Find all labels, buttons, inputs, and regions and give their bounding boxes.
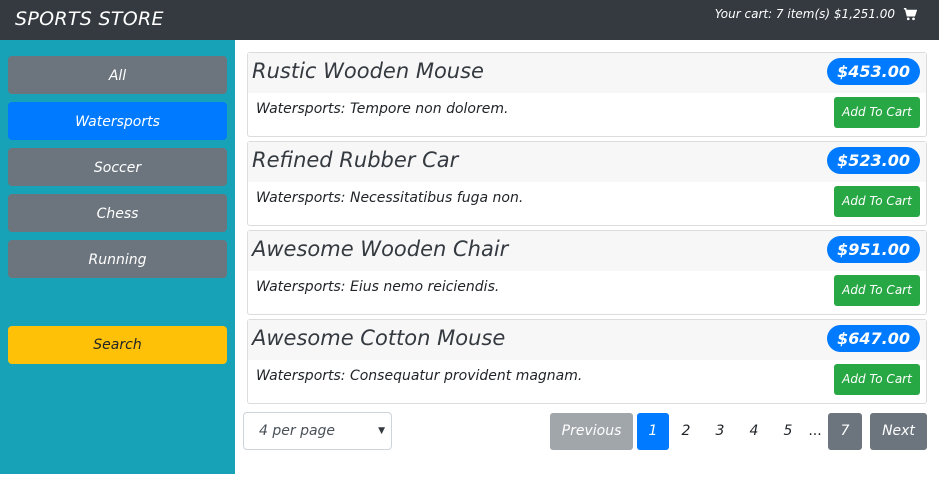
product-description: Watersports: Eius nemo reiciendis. [256, 279, 500, 295]
add-to-cart-button[interactable]: Add To Cart [834, 275, 920, 306]
add-to-cart-button[interactable]: Add To Cart [834, 186, 920, 217]
product-card: Awesome Cotton Mouse $647.00 Watersports… [247, 319, 927, 404]
cart-summary-text: Your cart: 7 item(s) $1,251.00 [714, 7, 895, 21]
product-card-header: Awesome Wooden Chair $951.00 [248, 231, 926, 271]
product-name: Awesome Cotton Mouse [252, 326, 506, 350]
category-button-running[interactable]: Running [8, 240, 227, 278]
shopping-cart-icon[interactable] [903, 7, 918, 21]
product-description: Watersports: Tempore non dolorem. [256, 101, 509, 117]
product-name: Rustic Wooden Mouse [252, 59, 484, 83]
add-to-cart-button[interactable]: Add To Cart [834, 364, 920, 395]
product-card-header: Awesome Cotton Mouse $647.00 [248, 320, 926, 360]
product-name: Awesome Wooden Chair [252, 237, 509, 261]
pagination-ellipsis: ... [808, 423, 822, 439]
next-page-button[interactable]: Next [870, 413, 927, 450]
per-page-value: 4 per page [259, 423, 336, 439]
price-badge: $647.00 [827, 325, 920, 352]
product-list: Rustic Wooden Mouse $453.00 Watersports:… [235, 40, 939, 485]
product-card-header: Rustic Wooden Mouse $453.00 [248, 53, 926, 93]
previous-page-button[interactable]: Previous [550, 413, 633, 450]
cart-summary[interactable]: Your cart: 7 item(s) $1,251.00 [714, 7, 918, 21]
product-description: Watersports: Consequatur provident magna… [256, 368, 583, 384]
category-button-all[interactable]: All [8, 56, 227, 94]
search-button[interactable]: Search [8, 326, 227, 364]
navbar: SPORTS STORE Your cart: 7 item(s) $1,251… [0, 0, 939, 40]
product-card: Refined Rubber Car $523.00 Watersports: … [247, 141, 927, 226]
page-button-1[interactable]: 1 [637, 413, 669, 450]
product-name: Refined Rubber Car [252, 148, 459, 172]
price-badge: $453.00 [827, 58, 920, 85]
product-card: Rustic Wooden Mouse $453.00 Watersports:… [247, 52, 927, 137]
category-sidebar: All Watersports Soccer Chess Running Sea… [0, 40, 235, 474]
category-button-soccer[interactable]: Soccer [8, 148, 227, 186]
product-card: Awesome Wooden Chair $951.00 Watersports… [247, 230, 927, 315]
page-button-last[interactable]: 7 [828, 413, 862, 450]
category-button-watersports[interactable]: Watersports [8, 102, 227, 140]
page-button-2[interactable]: 2 [671, 413, 701, 450]
brand-title[interactable]: SPORTS STORE [15, 8, 164, 30]
per-page-select[interactable]: 4 per page ▼ [243, 412, 392, 450]
page-button-3[interactable]: 3 [705, 413, 735, 450]
category-button-chess[interactable]: Chess [8, 194, 227, 232]
product-card-header: Refined Rubber Car $523.00 [248, 142, 926, 182]
chevron-down-icon: ▼ [378, 426, 385, 436]
add-to-cart-button[interactable]: Add To Cart [834, 97, 920, 128]
page-button-5[interactable]: 5 [773, 413, 803, 450]
product-description: Watersports: Necessitatibus fuga non. [256, 190, 524, 206]
price-badge: $523.00 [827, 147, 920, 174]
price-badge: $951.00 [827, 236, 920, 263]
page-button-4[interactable]: 4 [739, 413, 769, 450]
